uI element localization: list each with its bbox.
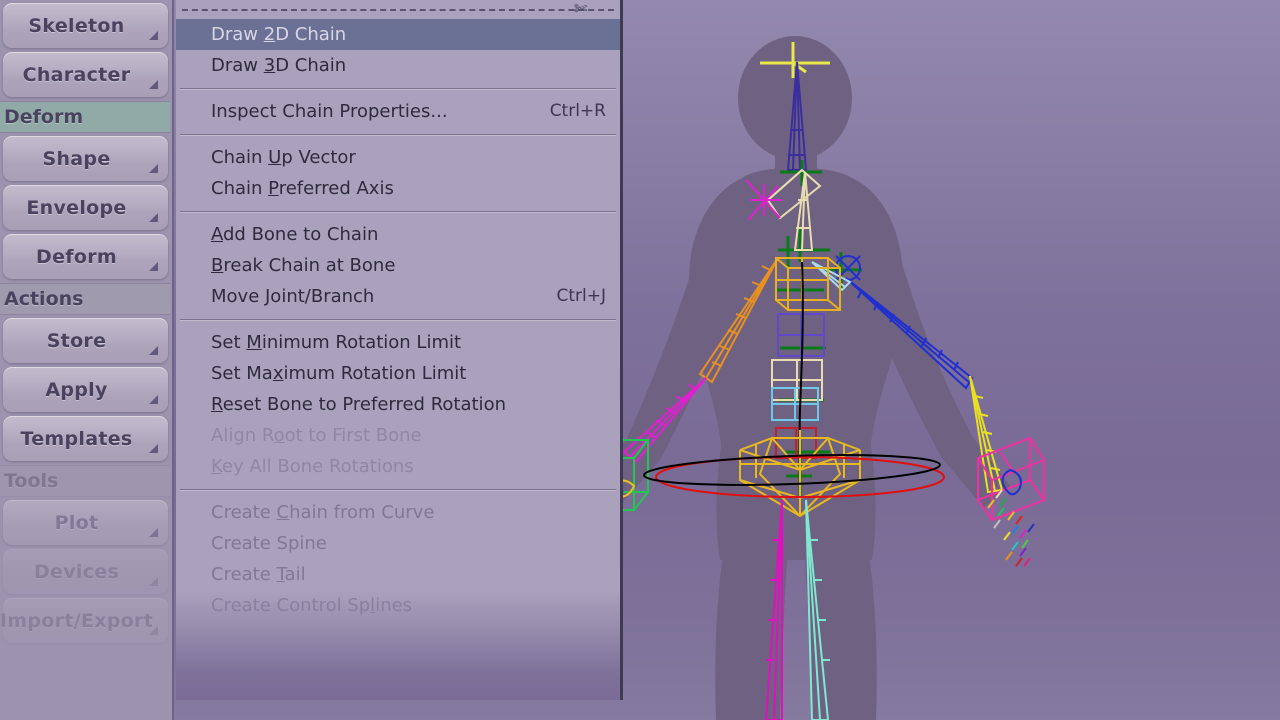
menu-item-label: Chain Preferred Axis	[211, 178, 394, 199]
corner-arrow-icon	[149, 346, 158, 355]
menu-item-create-chain-from-curve: Create Chain from Curve	[176, 497, 620, 528]
menu-item-set-minimum-rotation-limit[interactable]: Set Minimum Rotation Limit	[176, 327, 620, 358]
menu-item-chain-up-vector[interactable]: Chain Up Vector	[176, 142, 620, 173]
corner-arrow-icon	[149, 577, 158, 586]
menu-separator	[180, 134, 616, 135]
sidebar-item-label: Character	[22, 63, 131, 86]
application-window: Skeleton Character Deform Shape Envelope…	[0, 0, 1280, 720]
corner-arrow-icon	[149, 528, 158, 537]
sidebar-item-label: Import/Export	[0, 609, 154, 632]
sidebar-item-label: Store	[46, 329, 107, 352]
sidebar-item-templates[interactable]: Templates	[3, 416, 168, 461]
sidebar-item-label: Plot	[54, 511, 99, 534]
menu-item-label: Draw 2D Chain	[211, 24, 347, 45]
menu-item-label: Set Minimum Rotation Limit	[211, 332, 462, 353]
sidebar-item-label: Templates	[20, 427, 133, 450]
menu-item-label: Add Bone to Chain	[211, 224, 379, 245]
menu-item-label: Create Tail	[211, 564, 306, 585]
menu-item-chain-preferred-axis[interactable]: Chain Preferred Axis	[176, 173, 620, 204]
menu-item-align-root-to-first-bone[interactable]: Align Root to First Bone	[176, 420, 620, 451]
skeleton-chain-context-menu[interactable]: ✄ Draw 2D Chain Draw 3D Chain Inspect Ch…	[176, 0, 623, 700]
menu-item-accelerator: Ctrl+J	[556, 286, 606, 306]
menu-item-label: Create Control Splines	[211, 595, 413, 616]
menu-item-create-tail: Create Tail	[176, 559, 620, 590]
corner-arrow-icon	[149, 444, 158, 453]
corner-arrow-icon	[149, 31, 158, 40]
menu-item-label: Break Chain at Bone	[211, 255, 396, 276]
menu-item-draw-2d-chain[interactable]: Draw 2D Chain	[176, 19, 620, 50]
sidebar-header-actions: Actions	[0, 283, 170, 315]
sidebar-item-label: Skeleton	[28, 14, 125, 37]
menu-item-set-maximum-rotation-limit[interactable]: Set Maximum Rotation Limit	[176, 358, 620, 389]
menu-item-label: Set Maximum Rotation Limit	[211, 363, 467, 384]
menu-item-break-chain-at-bone[interactable]: Break Chain at Bone	[176, 250, 620, 281]
sidebar-item-label: Shape	[42, 147, 111, 170]
menu-item-label: Draw 3D Chain	[211, 55, 347, 76]
menu-tearoff-handle[interactable]: ✄	[176, 0, 620, 19]
sidebar-item-skeleton[interactable]: Skeleton	[3, 3, 168, 48]
menu-item-create-control-splines: Create Control Splines	[176, 590, 620, 621]
sidebar-item-shape[interactable]: Shape	[3, 136, 168, 181]
sidebar-item-store[interactable]: Store	[3, 318, 168, 363]
sidebar-item-label: Apply	[45, 378, 108, 401]
menu-item-label: Chain Up Vector	[211, 147, 356, 168]
menu-separator	[180, 211, 616, 212]
menu-item-label: Align Root to First Bone	[211, 425, 422, 446]
menu-item-key-all-bone-rotations[interactable]: Key All Bone Rotations	[176, 451, 620, 482]
corner-arrow-icon	[149, 164, 158, 173]
menu-item-label: Key All Bone Rotations	[211, 456, 414, 477]
corner-arrow-icon	[149, 80, 158, 89]
corner-arrow-icon	[149, 262, 158, 271]
menu-item-inspect-chain-properties[interactable]: Inspect Chain Properties... Ctrl+R	[176, 96, 620, 127]
menu-item-label: Create Spine	[211, 533, 327, 554]
sidebar-item-label: Deform	[36, 245, 117, 268]
sidebar-item-devices[interactable]: Devices	[3, 549, 168, 594]
sidebar-header-tools: Tools	[0, 465, 170, 497]
menu-item-create-spine: Create Spine	[176, 528, 620, 559]
corner-arrow-icon	[149, 395, 158, 404]
menu-item-label: Inspect Chain Properties...	[211, 101, 448, 122]
sidebar-item-character[interactable]: Character	[3, 52, 168, 97]
sidebar-item-deform[interactable]: Deform	[3, 234, 168, 279]
corner-arrow-icon	[149, 626, 158, 635]
menu-separator	[180, 319, 616, 320]
left-toolbar-sidebar: Skeleton Character Deform Shape Envelope…	[0, 0, 174, 720]
tearoff-dashed-line	[182, 8, 614, 11]
sidebar-header-label: Tools	[4, 470, 59, 492]
sidebar-header-label: Deform	[4, 106, 84, 128]
menu-item-label: Create Chain from Curve	[211, 502, 435, 523]
sidebar-header-deform: Deform	[0, 101, 170, 133]
menu-item-label: Move Joint/Branch	[211, 286, 375, 307]
menu-item-reset-bone-to-preferred-rotation[interactable]: Reset Bone to Preferred Rotation	[176, 389, 620, 420]
menu-item-label: Reset Bone to Preferred Rotation	[211, 394, 506, 415]
sidebar-item-envelope[interactable]: Envelope	[3, 185, 168, 230]
corner-arrow-icon	[149, 213, 158, 222]
menu-item-move-joint-branch[interactable]: Move Joint/Branch Ctrl+J	[176, 281, 620, 312]
menu-item-draw-3d-chain[interactable]: Draw 3D Chain	[176, 50, 620, 81]
scissors-icon: ✄	[574, 0, 588, 18]
sidebar-item-apply[interactable]: Apply	[3, 367, 168, 412]
menu-separator	[180, 88, 616, 89]
sidebar-item-import-export[interactable]: Import/Export	[0, 598, 168, 643]
menu-item-add-bone-to-chain[interactable]: Add Bone to Chain	[176, 219, 620, 250]
sidebar-header-label: Actions	[4, 288, 84, 310]
sidebar-item-plot[interactable]: Plot	[3, 500, 168, 545]
sidebar-item-label: Envelope	[26, 196, 127, 219]
menu-item-accelerator: Ctrl+R	[549, 101, 606, 121]
sidebar-item-label: Devices	[33, 560, 120, 583]
menu-separator	[180, 489, 616, 490]
